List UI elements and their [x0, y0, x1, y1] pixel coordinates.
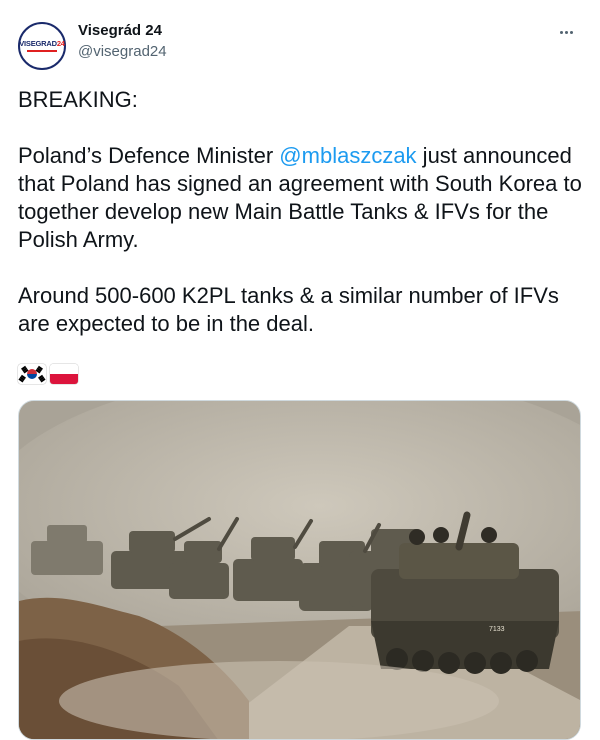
avatar-logo: VISEGRAD24 — [19, 39, 65, 49]
south-korea-flag-icon — [18, 364, 46, 384]
flag-emojis — [18, 364, 78, 384]
tweet-paragraph-3: Around 500-600 K2PL tanks & a similar nu… — [18, 283, 559, 336]
mention-link[interactable]: @mblaszczak — [279, 143, 416, 168]
tweet-paragraph-2: Poland’s Defence Minister @mblaszczak ju… — [18, 143, 582, 252]
tweet-text: BREAKING: Poland’s Defence Minister @mbl… — [18, 86, 583, 338]
tweet-card[interactable]: VISEGRAD24 Visegrád 24 @visegrad24 BREAK… — [0, 0, 600, 740]
tank-marking: 7133 — [489, 626, 505, 633]
author-handle[interactable]: @visegrad24 — [78, 43, 167, 60]
ellipsis-icon[interactable] — [554, 22, 578, 42]
tweet-paragraph-1: BREAKING: — [18, 87, 138, 112]
poland-flag-icon — [50, 364, 78, 384]
avatar-logo-bar — [27, 49, 57, 52]
tanks-photo-icon: 7133 — [19, 401, 580, 739]
avatar[interactable]: VISEGRAD24 — [18, 22, 66, 70]
author-display-name[interactable]: Visegrád 24 — [78, 22, 162, 39]
tweet-media-photo[interactable]: 7133 — [18, 400, 581, 740]
